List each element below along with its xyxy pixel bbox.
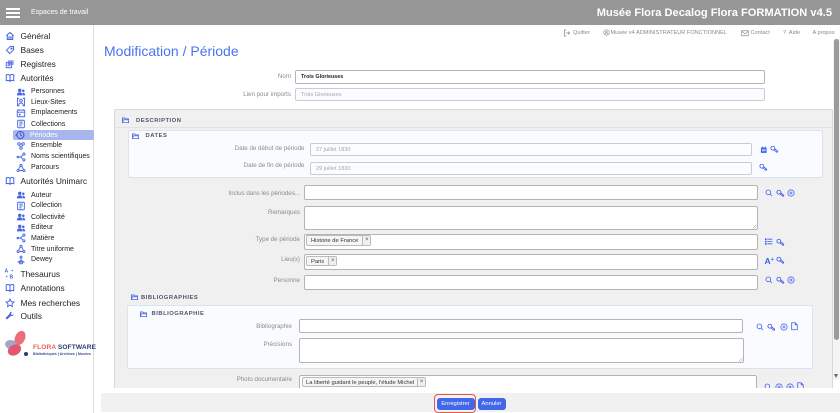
svg-text:B: B — [10, 275, 14, 279]
svg-text:A: A — [4, 269, 8, 275]
